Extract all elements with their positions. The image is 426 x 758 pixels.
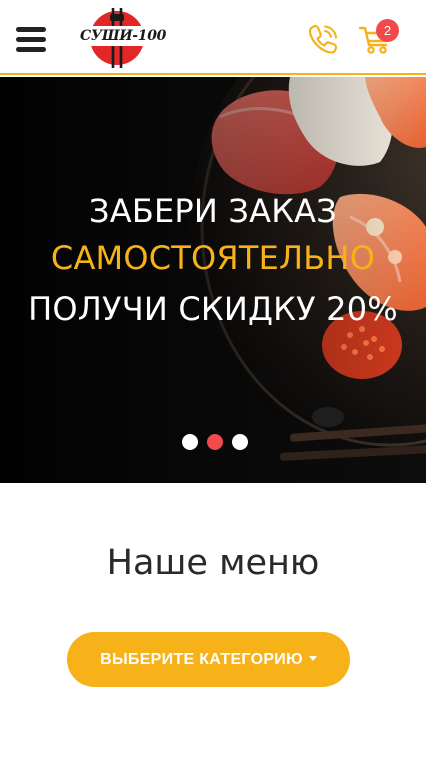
hero-slider[interactable]: ЗАБЕРИ ЗАКАЗ САМОСТОЯТЕЛЬНО ПОЛУЧИ СКИДК… xyxy=(0,77,426,483)
cart-count-badge: 2 xyxy=(376,19,399,42)
menu-section-title: Наше меню xyxy=(106,543,320,583)
site-header: СУШИ-100 2 xyxy=(0,0,426,75)
logo-text: СУШИ-100 xyxy=(80,28,167,44)
hero-title-line-2: САМОСТОЯТЕЛЬНО xyxy=(50,239,376,277)
hamburger-menu-icon[interactable] xyxy=(16,27,46,53)
hero-title-line-3: ПОЛУЧИ СКИДКУ 20% xyxy=(28,290,398,328)
slider-dot-3[interactable] xyxy=(232,434,248,450)
hero-sushi-image xyxy=(0,77,426,483)
select-category-button[interactable]: ВЫБЕРИТЕ КАТЕГОРИЮ xyxy=(67,632,350,687)
slider-dot-1[interactable] xyxy=(182,434,198,450)
slider-dot-2[interactable] xyxy=(207,434,223,450)
phone-icon[interactable] xyxy=(306,22,340,56)
hero-title-line-1: ЗАБЕРИ ЗАКАЗ xyxy=(89,192,337,230)
logo[interactable]: СУШИ-100 xyxy=(78,6,167,70)
select-category-label: ВЫБЕРИТЕ КАТЕГОРИЮ xyxy=(100,651,303,668)
chevron-down-icon xyxy=(308,655,317,661)
